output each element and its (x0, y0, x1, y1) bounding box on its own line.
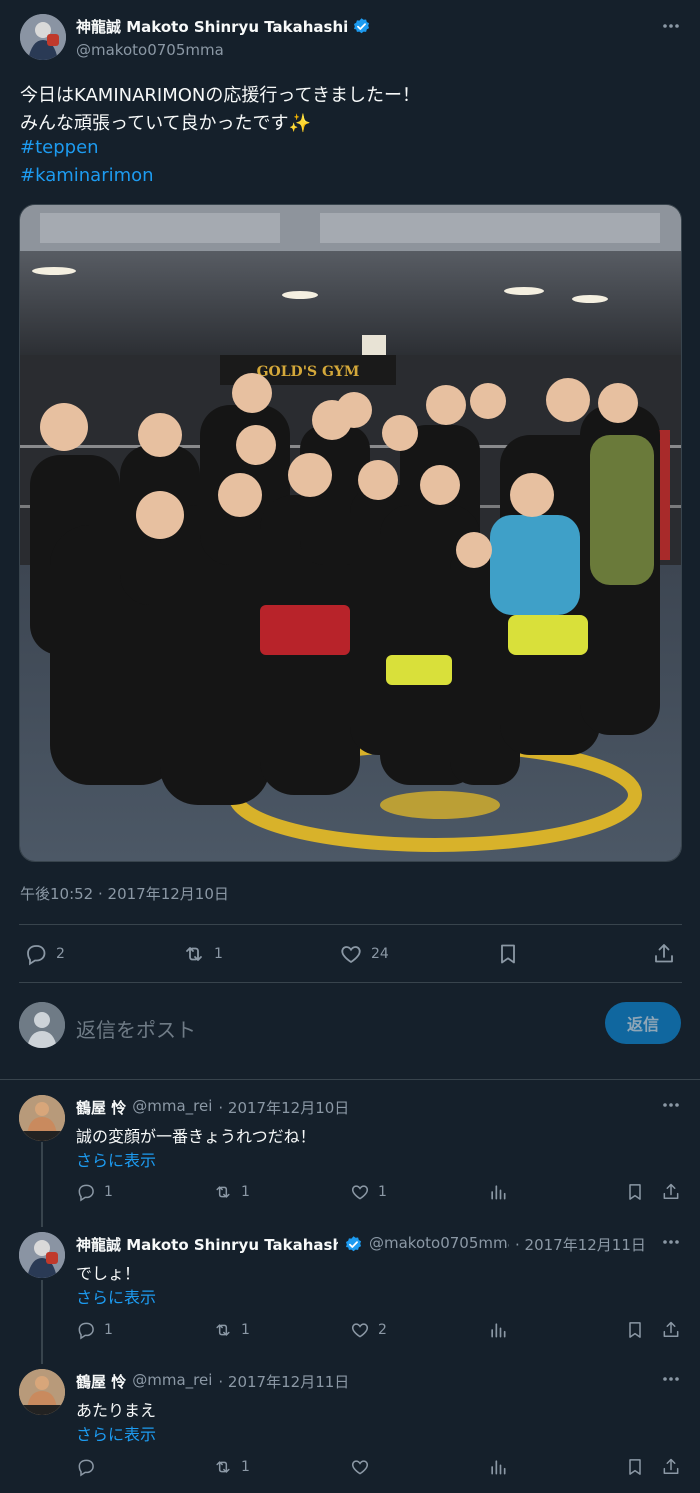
reply-compose-input[interactable]: 返信をポスト (76, 1014, 196, 1043)
share-icon[interactable] (652, 942, 676, 966)
retweet-count: 1 (241, 1459, 250, 1475)
reply-date[interactable]: · 2017年12月10日 (218, 1097, 349, 1118)
heart-icon (350, 1320, 370, 1340)
tweet-text-line-2: みんな頑張っていて良かったです✨ (20, 113, 311, 134)
more-options-icon[interactable] (660, 16, 682, 36)
reply-text: でしょ！ (76, 1264, 141, 1283)
retweet-count: 1 (241, 1184, 250, 1200)
tweet-photo[interactable]: GOLD'S GYM (19, 204, 682, 862)
reply-text: あたりまえ (76, 1401, 157, 1420)
like-button[interactable]: 1 (350, 1182, 387, 1202)
reply-icon (24, 942, 48, 966)
retweet-icon (213, 1320, 233, 1340)
more-options-icon[interactable] (660, 1372, 682, 1386)
author-display-name[interactable]: 神龍誠 Makoto Shinryu Takahashi (76, 16, 348, 37)
like-count: 24 (371, 946, 389, 962)
verified-badge-icon (344, 1234, 363, 1255)
gym-sign-text: GOLD'S GYM (257, 364, 360, 380)
more-options-icon[interactable] (660, 1235, 682, 1249)
reply-avatar[interactable] (19, 1369, 65, 1415)
share-icon[interactable] (661, 1457, 681, 1477)
reply-count: 2 (56, 946, 65, 962)
author-handle[interactable]: @makoto0705mma (76, 41, 224, 59)
current-user-avatar[interactable] (19, 1002, 65, 1048)
divider (0, 1079, 700, 1080)
reply-date[interactable]: · 2017年12月11日 (515, 1234, 646, 1255)
share-icon[interactable] (661, 1182, 681, 1202)
author-avatar[interactable] (20, 14, 66, 60)
retweet-count: 1 (214, 946, 223, 962)
bookmark-icon[interactable] (625, 1457, 645, 1477)
like-count: 2 (378, 1322, 387, 1338)
reply-author-handle[interactable]: @mma_rei (132, 1097, 212, 1118)
reply-avatar[interactable] (19, 1232, 65, 1278)
retweet-icon (182, 942, 206, 966)
reply-submit-button[interactable]: 返信 (605, 1002, 681, 1044)
retweet-icon (213, 1182, 233, 1202)
reply-avatar[interactable] (19, 1095, 65, 1141)
heart-icon (350, 1457, 370, 1477)
show-more-link[interactable]: さらに表示 (76, 1421, 156, 1445)
analytics-icon[interactable] (488, 1457, 508, 1477)
reply-button[interactable]: 2 (24, 942, 65, 966)
show-more-link[interactable]: さらに表示 (76, 1147, 156, 1171)
reply-icon (76, 1457, 96, 1477)
bookmark-icon[interactable] (625, 1182, 645, 1202)
retweet-button[interactable]: 1 (213, 1457, 250, 1477)
share-icon[interactable] (661, 1320, 681, 1340)
reply-count: 1 (104, 1184, 113, 1200)
reply-date[interactable]: · 2017年12月11日 (218, 1371, 349, 1392)
reply-button[interactable]: 1 (76, 1320, 113, 1340)
retweet-button[interactable]: 1 (182, 942, 223, 966)
thread-line (41, 1280, 43, 1364)
reply-author-handle[interactable]: @mma_rei (132, 1371, 212, 1392)
analytics-icon[interactable] (488, 1320, 508, 1340)
retweet-button[interactable]: 1 (213, 1320, 250, 1340)
divider (19, 924, 682, 925)
bookmark-icon[interactable] (625, 1320, 645, 1340)
tweet-timestamp[interactable]: 午後10:52 · 2017年12月10日 (20, 883, 229, 904)
reply-icon (76, 1182, 96, 1202)
reply-author-name[interactable]: 鶴屋 怜 (76, 1371, 126, 1392)
like-button[interactable]: 24 (339, 942, 389, 966)
divider (19, 982, 682, 983)
retweet-button[interactable]: 1 (213, 1182, 250, 1202)
hashtag-kaminarimon[interactable]: #kaminarimon (20, 165, 154, 186)
bookmark-icon[interactable] (496, 942, 520, 966)
reply-icon (76, 1320, 96, 1340)
like-button[interactable] (350, 1457, 378, 1477)
reply-count: 1 (104, 1322, 113, 1338)
heart-icon (350, 1182, 370, 1202)
tweet-text-line-1: 今日はKAMINARIMONの応援行ってきましたー！ (20, 85, 420, 106)
verified-badge-icon (352, 17, 371, 36)
hashtag-teppen[interactable]: #teppen (20, 137, 99, 158)
thread-line (41, 1142, 43, 1227)
like-count: 1 (378, 1184, 387, 1200)
show-more-link[interactable]: さらに表示 (76, 1284, 156, 1308)
reply-button[interactable]: 1 (76, 1182, 113, 1202)
reply-author-name[interactable]: 鶴屋 怜 (76, 1097, 126, 1118)
more-options-icon[interactable] (660, 1098, 682, 1112)
reply-text: 誠の変顔が一番きょうれつだね！ (76, 1127, 316, 1146)
analytics-icon[interactable] (488, 1182, 508, 1202)
reply-author-name[interactable]: 神龍誠 Makoto Shinryu Takahashi (76, 1234, 338, 1255)
reply-button[interactable] (76, 1457, 104, 1477)
retweet-count: 1 (241, 1322, 250, 1338)
heart-icon (339, 942, 363, 966)
retweet-icon (213, 1457, 233, 1477)
reply-author-handle[interactable]: @makoto0705mma (369, 1234, 509, 1255)
like-button[interactable]: 2 (350, 1320, 387, 1340)
